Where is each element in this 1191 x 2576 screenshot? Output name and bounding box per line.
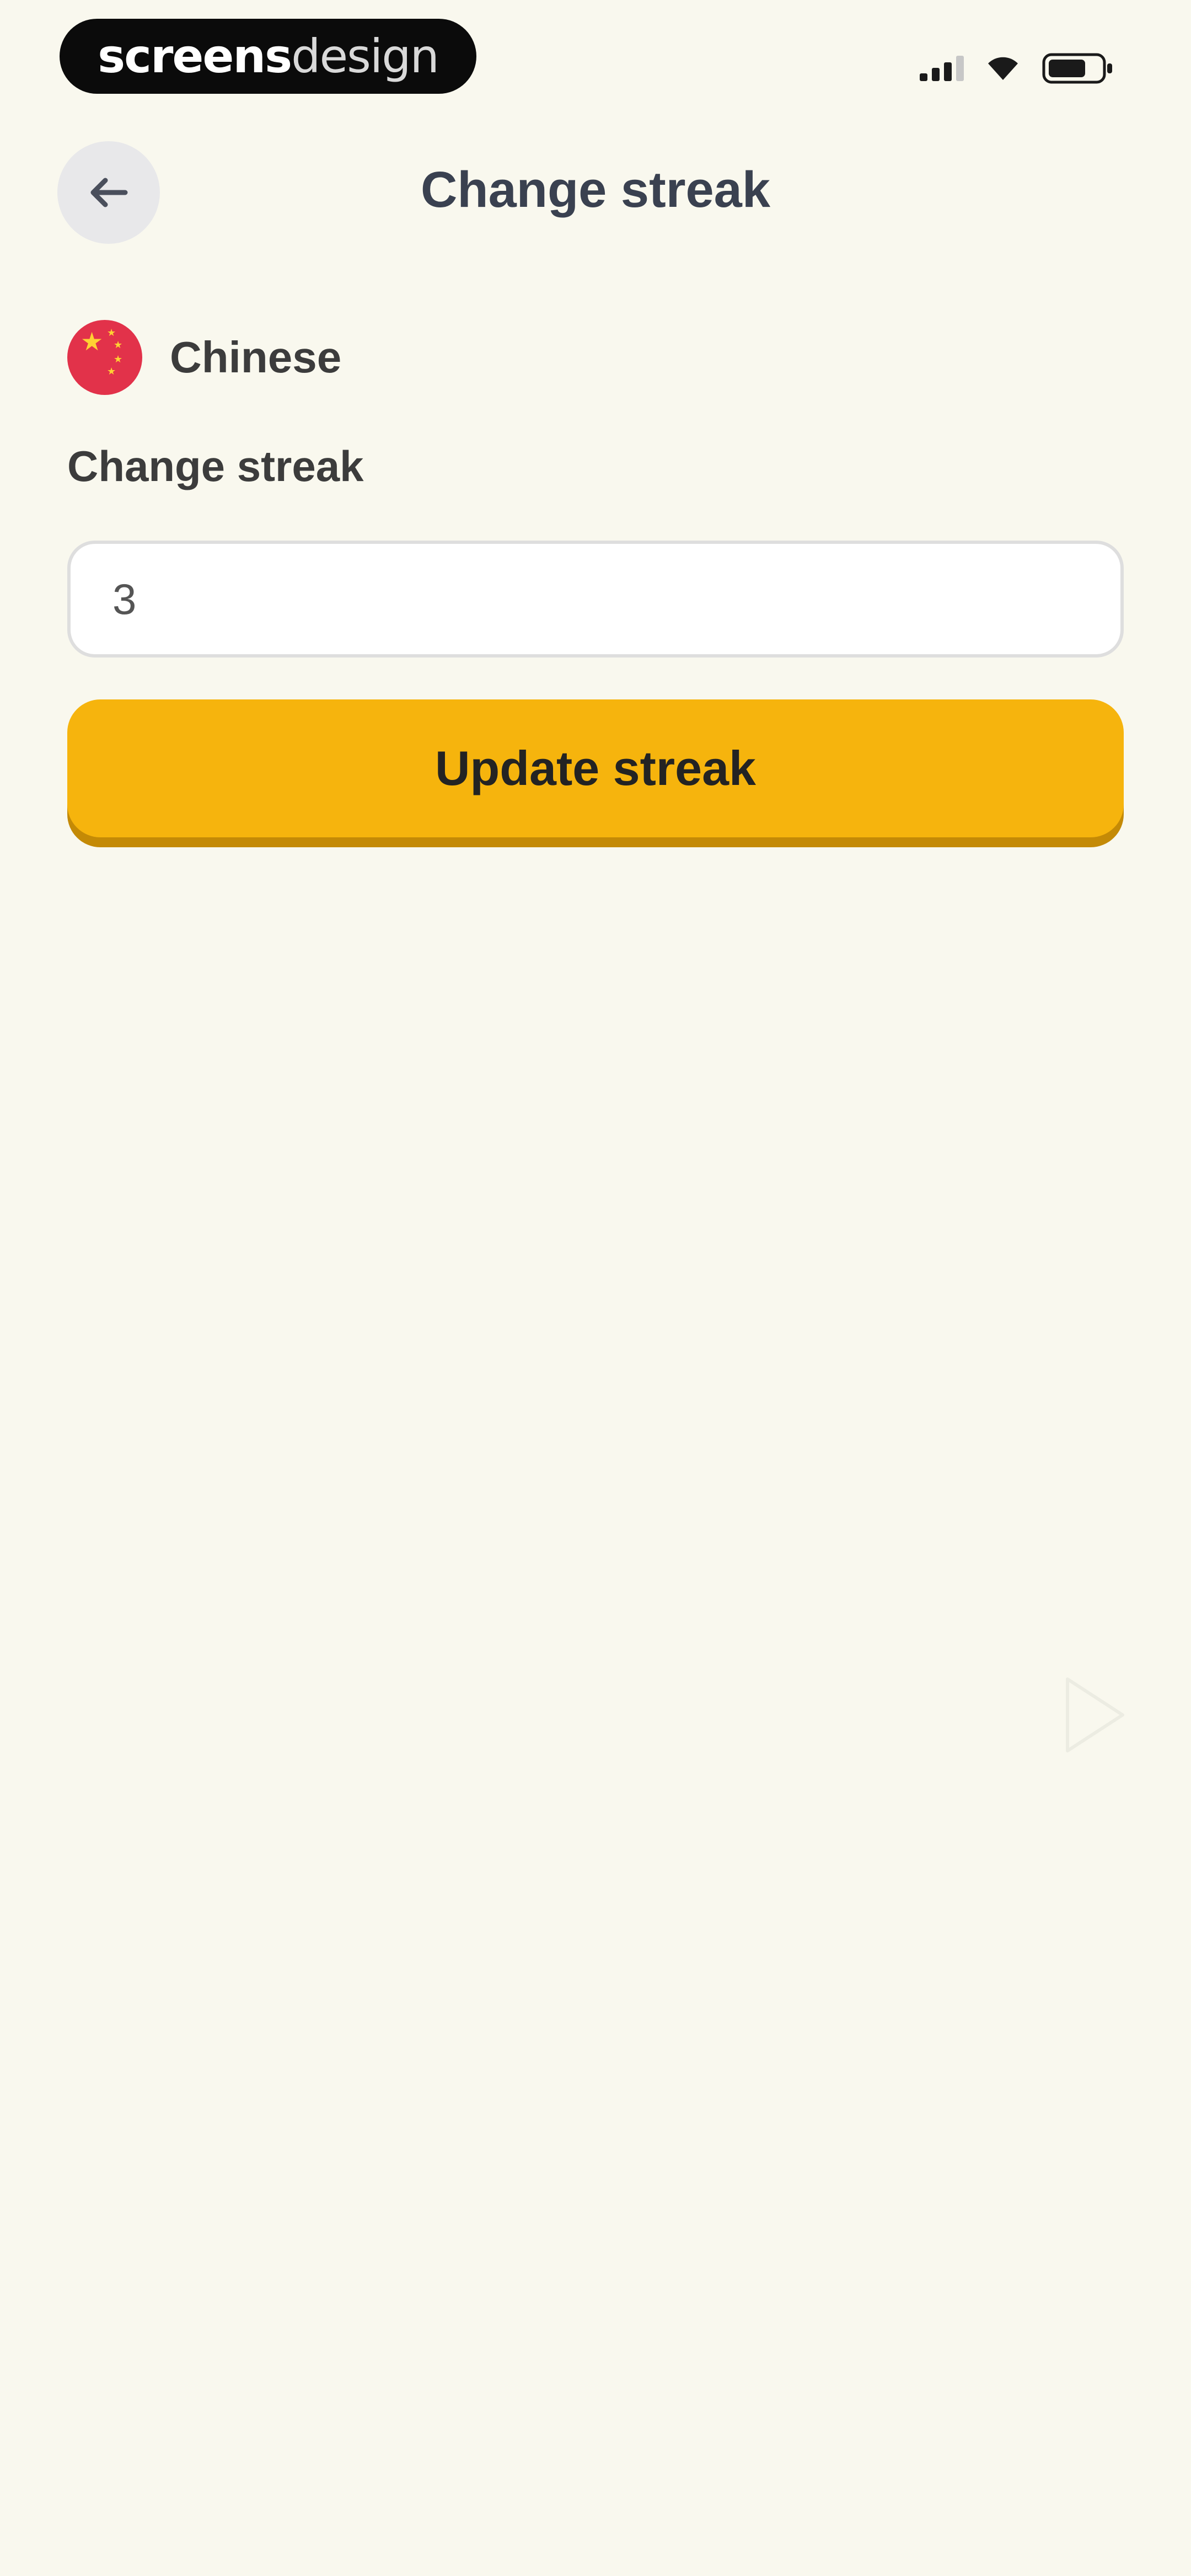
streak-input[interactable] <box>67 541 1124 658</box>
streak-field-label: Change streak <box>67 442 364 490</box>
app-screen: screensdesign Change streak ★ ★ ★ ★ ★ Ch… <box>0 0 1191 2576</box>
wifi-icon <box>986 56 1020 81</box>
brand-watermark: screensdesign <box>60 19 476 94</box>
signal-icon <box>920 56 964 81</box>
brand-logo: screensdesign <box>98 29 439 83</box>
china-flag-icon: ★ ★ ★ ★ ★ <box>67 320 142 395</box>
language-row: ★ ★ ★ ★ ★ Chinese <box>67 320 341 395</box>
update-streak-button[interactable]: Update streak <box>67 699 1124 837</box>
page-title: Change streak <box>420 162 771 218</box>
battery-icon <box>1042 53 1114 84</box>
language-name: Chinese <box>170 333 342 382</box>
status-bar-icons <box>920 53 1114 84</box>
play-icon <box>1066 1677 1124 1752</box>
